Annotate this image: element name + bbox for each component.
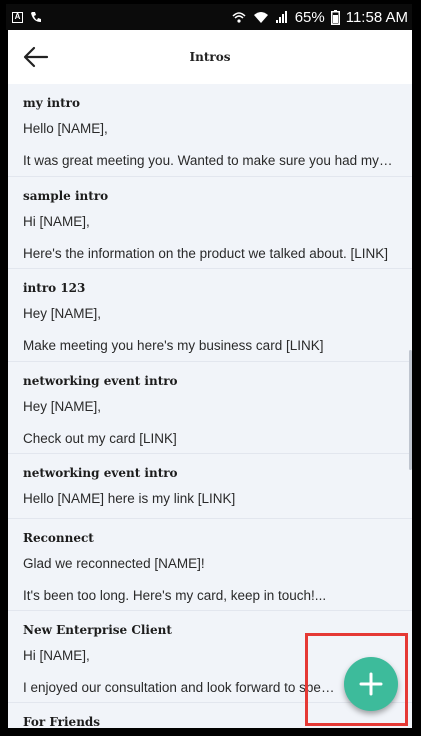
intro-greeting: Hi [NAME], [23,214,90,229]
intro-item-sample-intro[interactable]: sample intro Hi [NAME], Here's the infor… [8,177,412,269]
signal-icon [275,10,289,24]
intro-body: Check out my card [LINK] [23,431,177,446]
arrow-left-icon [23,46,49,68]
intro-body: It's been too long. Here's my card, keep… [23,588,327,603]
intro-title: intro 123 [23,281,86,295]
highlight-box [305,633,408,726]
intro-title: networking event intro [23,466,178,480]
battery-percent: 65% [294,8,325,26]
intro-item-networking-event-2[interactable]: networking event intro Hello [NAME] here… [8,454,412,519]
intro-body: Here's the information on the product we… [23,246,389,261]
intro-greeting: Glad we reconnected [NAME]! [23,556,205,571]
intro-title: my intro [23,96,80,110]
wifi-call-icon [29,10,43,24]
app-bar: Intros [8,30,412,84]
page-title: Intros [189,50,231,64]
wifi-icon [253,10,269,24]
app-screen: Intros my intro Hello [NAME], It was gre… [8,30,412,728]
hotspot-icon [231,10,247,24]
intro-title: Reconnect [23,531,94,545]
intro-body: Hello [NAME] here is my link [LINK] [23,491,236,506]
device-frame: A 65% 11:58 AM Intros my intro Hello [NA… [0,0,421,736]
intro-item-my-intro[interactable]: my intro Hello [NAME], It was great meet… [8,84,412,177]
notification-icon: A [12,11,23,23]
status-bar-right: 65% 11:58 AM [231,9,408,26]
clock: 11:58 AM [345,8,408,26]
intro-title: networking event intro [23,374,178,388]
battery-icon [330,9,340,25]
intro-item-networking-event-1[interactable]: networking event intro Hey [NAME], Check… [8,362,412,454]
intro-greeting: Hello [NAME], [23,121,108,136]
scrollbar[interactable] [409,350,412,470]
intro-body: It was great meeting you. Wanted to make… [23,153,396,168]
status-bar: A 65% 11:58 AM [6,4,412,30]
intro-title: sample intro [23,189,109,203]
intro-list: my intro Hello [NAME], It was great meet… [8,84,412,728]
intro-item-intro-123[interactable]: intro 123 Hey [NAME], Make meeting you h… [8,269,412,362]
back-button[interactable] [22,43,50,71]
intro-greeting: Hey [NAME], [23,399,102,414]
intro-body: Make meeting you here's my business card… [23,338,324,353]
intro-greeting: Hey [NAME], [23,306,102,321]
status-bar-left: A [12,10,43,24]
intro-item-reconnect[interactable]: Reconnect Glad we reconnected [NAME]! It… [8,519,412,611]
